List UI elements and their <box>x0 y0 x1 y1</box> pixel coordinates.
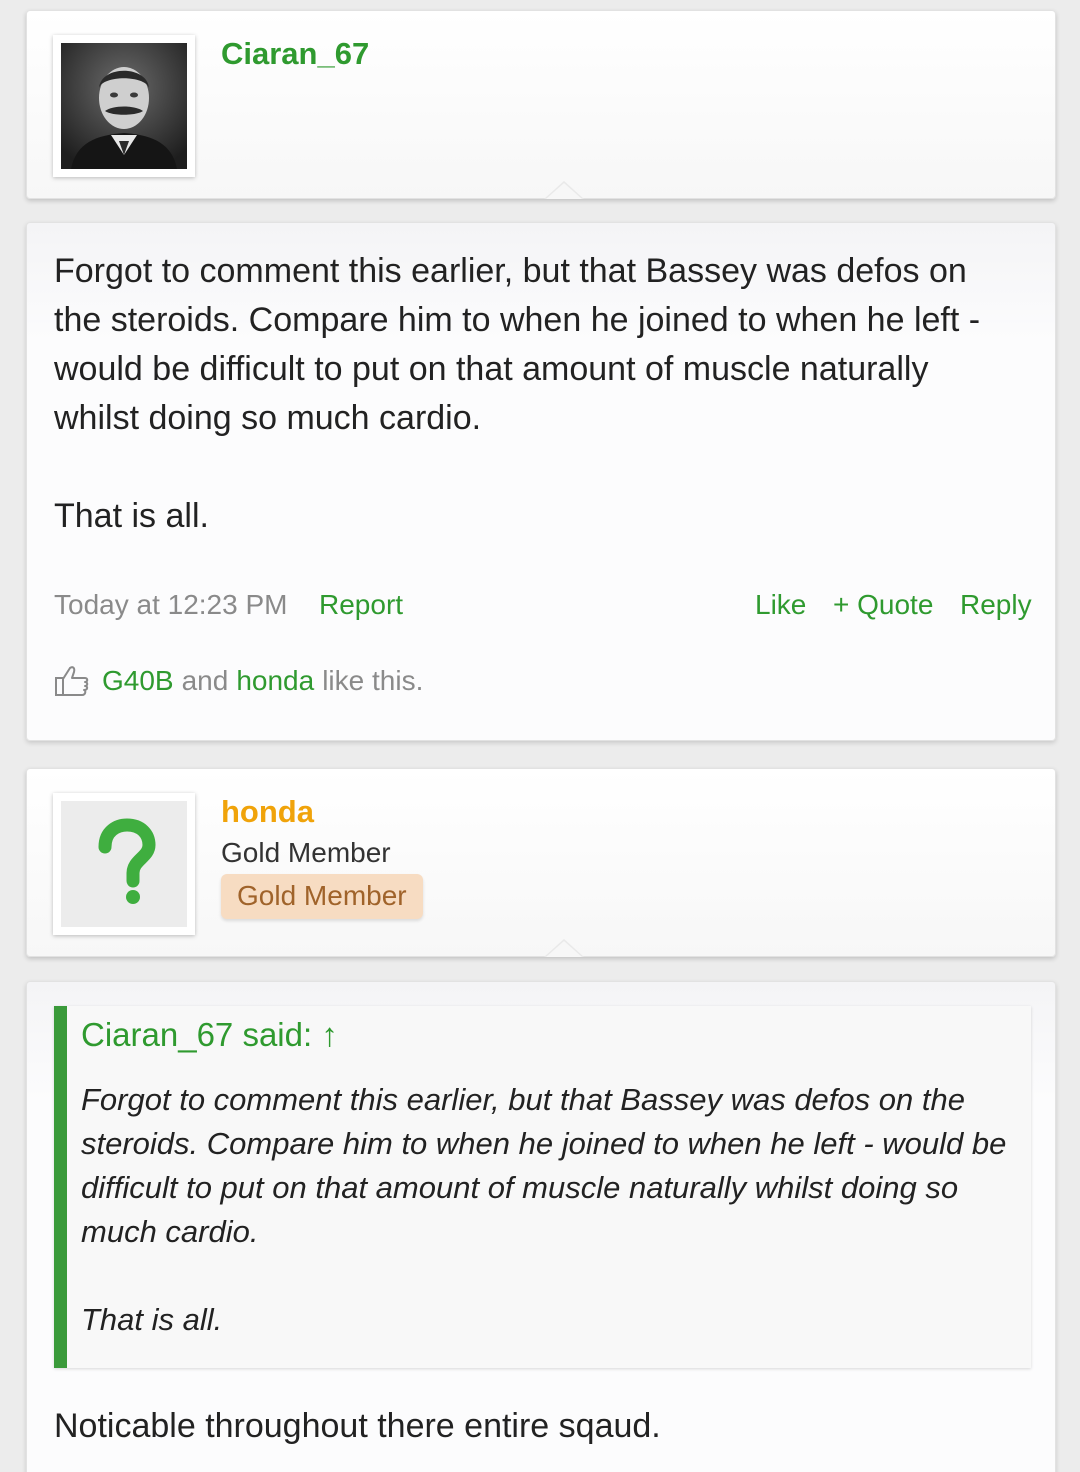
likes-summary: G40B and honda like this. <box>54 663 423 699</box>
quote-block: Ciaran_67 said: ↑ Forgot to comment this… <box>54 1006 1031 1368</box>
reply-button[interactable]: Reply <box>960 589 1032 621</box>
portrait-photo-icon <box>61 43 187 169</box>
avatar[interactable] <box>53 793 195 935</box>
arrow-pointer <box>544 181 584 199</box>
post-timestamp[interactable]: Today at 12:23 PM <box>54 589 287 621</box>
likes-and-text: and <box>181 665 229 696</box>
post-body: Noticable throughout there entire sqaud. <box>54 1407 661 1445</box>
avatar[interactable] <box>53 35 195 177</box>
arrow-pointer <box>544 939 584 957</box>
question-mark-icon <box>61 801 187 927</box>
like-button[interactable]: Like <box>755 589 806 621</box>
thread-page: Ciaran_67 Forgot to comment this earlier… <box>0 0 1080 1472</box>
post-message: Ciaran_67 said: ↑ Forgot to comment this… <box>26 981 1056 1472</box>
quote-button[interactable]: + Quote <box>833 589 933 621</box>
post-author-box: honda Gold Member Gold Member <box>26 768 1056 957</box>
report-link[interactable]: Report <box>319 589 403 621</box>
post-message: Forgot to comment this earlier, but that… <box>26 222 1056 741</box>
thumbs-up-icon <box>54 663 90 699</box>
liker-link[interactable]: honda <box>236 665 314 697</box>
post-author-name[interactable]: honda <box>221 794 314 830</box>
quote-body: Forgot to comment this earlier, but that… <box>81 1082 1007 1337</box>
user-badge: Gold Member <box>221 874 423 919</box>
likes-suffix: like this. <box>322 665 424 696</box>
quote-source-link[interactable]: Ciaran_67 said: ↑ <box>81 1016 338 1054</box>
user-title: Gold Member <box>221 837 391 868</box>
liker-link[interactable]: G40B <box>102 665 174 697</box>
post-body: Forgot to comment this earlier, but that… <box>54 252 981 535</box>
post-author-box: Ciaran_67 <box>26 10 1056 199</box>
post-author-name[interactable]: Ciaran_67 <box>221 36 369 72</box>
